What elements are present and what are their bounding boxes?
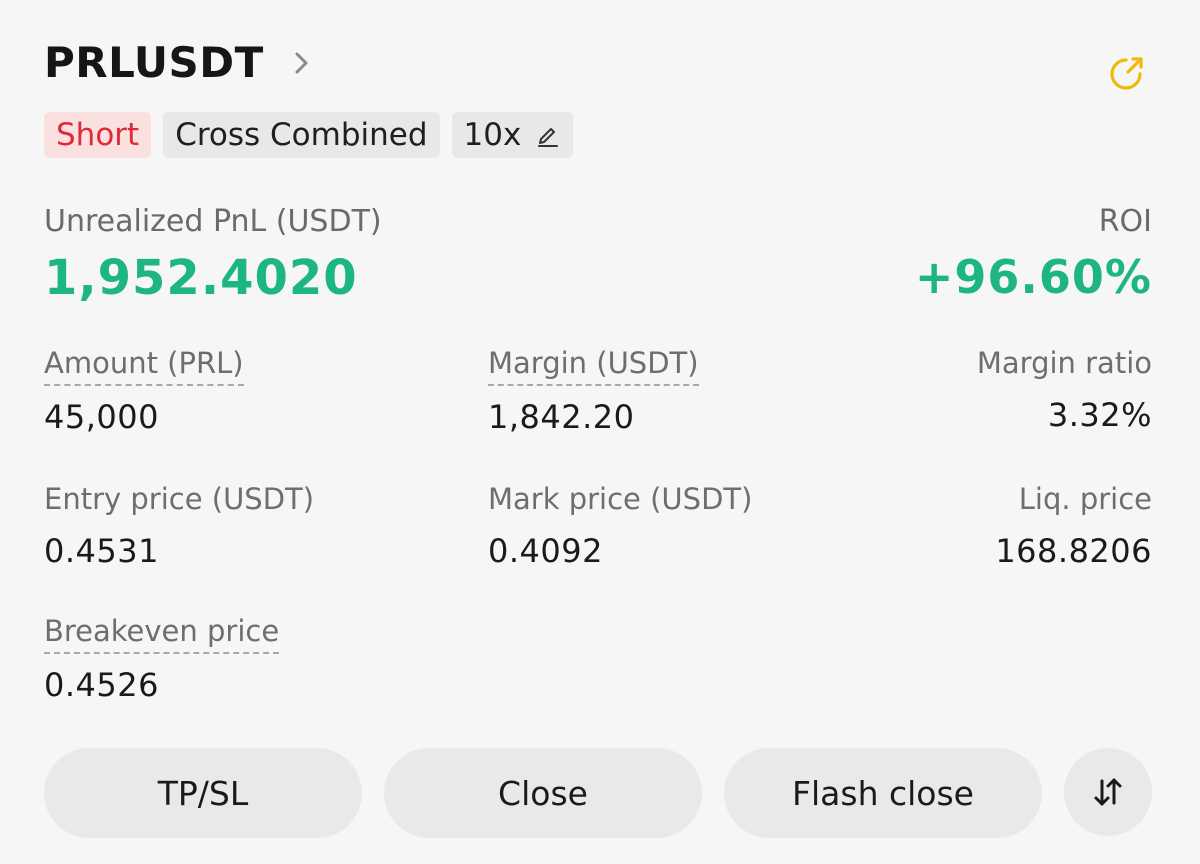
breakeven-price-cell: Breakeven price 0.4526 bbox=[44, 614, 280, 704]
swap-vertical-icon bbox=[1094, 778, 1122, 806]
symbol-title: PRLUSDT bbox=[44, 38, 264, 87]
amount-cell: Amount (PRL) 45,000 bbox=[44, 346, 244, 436]
roi-label: ROI bbox=[1098, 204, 1152, 239]
liq-price-value: 168.8206 bbox=[995, 532, 1152, 570]
margin-cell: Margin (USDT) 1,842.20 bbox=[488, 346, 699, 436]
mark-price-cell: Mark price (USDT) 0.4092 bbox=[488, 482, 752, 570]
leverage-value: 10x bbox=[463, 117, 522, 153]
close-button[interactable]: Close bbox=[384, 748, 702, 838]
unrealized-pnl-value: 1,952.4020 bbox=[44, 250, 358, 306]
position-tags: Short Cross Combined 10x bbox=[44, 112, 574, 158]
leverage-badge[interactable]: 10x bbox=[451, 112, 574, 158]
entry-price-value: 0.4531 bbox=[44, 532, 159, 570]
margin-ratio-label: Margin ratio bbox=[976, 346, 1152, 380]
pencil-icon[interactable] bbox=[535, 122, 561, 148]
breakeven-price-value: 0.4526 bbox=[44, 666, 159, 704]
liq-price-label: Liq. price bbox=[1018, 482, 1152, 516]
entry-price-label: Entry price (USDT) bbox=[44, 482, 315, 516]
margin-mode-badge: Cross Combined bbox=[163, 112, 440, 158]
reverse-position-button[interactable] bbox=[1064, 748, 1152, 836]
chevron-right-icon[interactable] bbox=[288, 49, 316, 77]
share-icon[interactable] bbox=[1104, 50, 1150, 96]
unrealized-pnl-label: Unrealized PnL (USDT) bbox=[44, 204, 382, 239]
breakeven-price-label[interactable]: Breakeven price bbox=[44, 614, 280, 654]
side-badge: Short bbox=[44, 112, 152, 158]
mark-price-label: Mark price (USDT) bbox=[488, 482, 753, 516]
amount-value: 45,000 bbox=[44, 398, 159, 436]
liq-price-cell: Liq. price 168.8206 bbox=[995, 482, 1152, 570]
margin-value: 1,842.20 bbox=[488, 398, 635, 436]
roi-value: +96.60% bbox=[914, 250, 1152, 304]
mark-price-value: 0.4092 bbox=[488, 532, 603, 570]
flash-close-button[interactable]: Flash close bbox=[724, 748, 1042, 838]
margin-label[interactable]: Margin (USDT) bbox=[488, 346, 699, 386]
position-header[interactable]: PRLUSDT bbox=[44, 38, 316, 87]
entry-price-cell: Entry price (USDT) 0.4531 bbox=[44, 482, 314, 570]
amount-label[interactable]: Amount (PRL) bbox=[44, 346, 244, 386]
margin-ratio-value: 3.32% bbox=[1047, 396, 1152, 434]
action-bar: TP/SL Close Flash close bbox=[44, 748, 1152, 838]
margin-ratio-cell: Margin ratio 3.32% bbox=[977, 346, 1152, 434]
tpsl-button[interactable]: TP/SL bbox=[44, 748, 362, 838]
